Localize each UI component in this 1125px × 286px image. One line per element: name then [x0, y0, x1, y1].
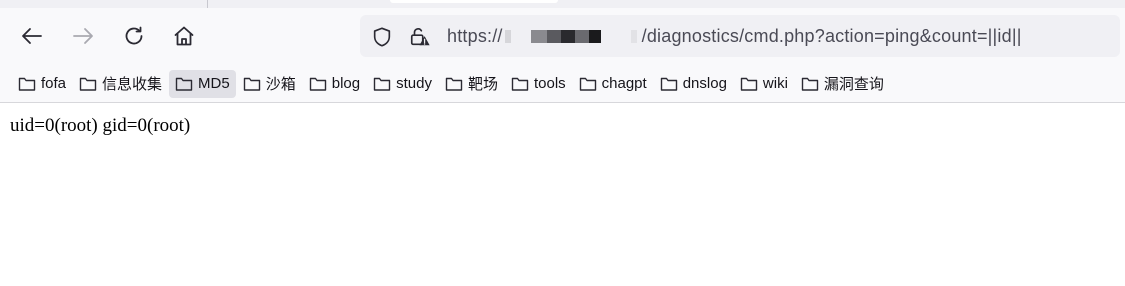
- bookmark-label: 靶场: [467, 76, 498, 93]
- folder-icon: [79, 77, 97, 91]
- active-tab-edge: [390, 0, 558, 3]
- folder-icon: [579, 77, 596, 91]
- bookmark-item[interactable]: 信息收集: [73, 70, 168, 98]
- url-prefix: https://: [447, 26, 503, 46]
- navigation-toolbar: https:// /diagnostics/cmd.php?action=pin…: [0, 8, 1125, 65]
- folder-icon: [511, 77, 529, 91]
- bookmark-item[interactable]: tools: [505, 70, 572, 98]
- bookmark-item[interactable]: study: [367, 70, 438, 98]
- site-info-button[interactable]: [409, 26, 431, 48]
- bookmarks-toolbar: fofa 信息收集 MD5 沙箱 blog study 靶场 tools chagpt dnslo…: [0, 65, 1125, 103]
- bookmark-item[interactable]: chagpt: [573, 70, 653, 98]
- bookmark-item[interactable]: blog: [303, 70, 366, 98]
- url-path: /diagnostics/cmd.php?action=ping&count=|…: [641, 26, 1022, 46]
- lock-warning-icon: [410, 28, 430, 46]
- command-output: uid=0(root) gid=0(root): [10, 115, 191, 136]
- bookmark-label: dnslog: [682, 75, 727, 92]
- tracking-protection-button[interactable]: [371, 26, 393, 48]
- forward-arrow-icon: [73, 28, 93, 44]
- shield-icon: [373, 27, 391, 47]
- folder-icon: [309, 77, 326, 91]
- back-button[interactable]: [18, 22, 46, 50]
- folder-icon: [445, 77, 463, 91]
- reload-button[interactable]: [120, 22, 148, 50]
- home-icon: [174, 26, 194, 46]
- browser-window: https:// /diagnostics/cmd.php?action=pin…: [0, 0, 1125, 286]
- bookmark-item[interactable]: MD5: [169, 69, 236, 98]
- reload-icon: [125, 26, 143, 45]
- bookmark-item[interactable]: fofa: [12, 70, 72, 98]
- back-arrow-icon: [22, 28, 42, 44]
- folder-icon: [243, 77, 260, 91]
- bookmark-item[interactable]: wiki: [734, 70, 794, 98]
- bookmark-label: wiki: [762, 75, 788, 92]
- page-content: uid=0(root) gid=0(root): [0, 103, 1125, 149]
- folder-icon: [740, 77, 758, 91]
- bookmark-label: study: [396, 75, 432, 92]
- forward-button[interactable]: [69, 22, 97, 50]
- tab-strip: [0, 0, 1125, 8]
- folder-icon: [18, 77, 36, 91]
- tab-divider: [207, 0, 208, 8]
- bookmark-item[interactable]: 靶场: [439, 70, 504, 98]
- folder-icon: [373, 77, 391, 91]
- bookmark-label: 信息收集: [102, 76, 163, 93]
- url-text[interactable]: https:// /diagnostics/cmd.php?action=pin…: [447, 26, 1022, 47]
- bookmark-label: blog: [331, 75, 361, 92]
- folder-icon: [660, 77, 677, 91]
- bookmark-label: tools: [533, 75, 566, 92]
- folder-icon: [175, 77, 193, 91]
- bookmark-label: MD5: [198, 75, 230, 92]
- bookmark-label: fofa: [41, 75, 67, 92]
- redacted-host: [504, 27, 640, 47]
- bookmark-item[interactable]: 漏洞查询: [795, 70, 890, 98]
- folder-icon: [801, 77, 819, 91]
- bookmark-item[interactable]: dnslog: [654, 70, 733, 98]
- home-button[interactable]: [170, 22, 198, 50]
- address-bar[interactable]: https:// /diagnostics/cmd.php?action=pin…: [360, 15, 1120, 57]
- bookmark-label: 沙箱: [265, 76, 296, 93]
- bookmark-item[interactable]: 沙箱: [237, 70, 302, 98]
- bookmark-label: 漏洞查询: [823, 76, 884, 93]
- bookmark-label: chagpt: [601, 75, 647, 92]
